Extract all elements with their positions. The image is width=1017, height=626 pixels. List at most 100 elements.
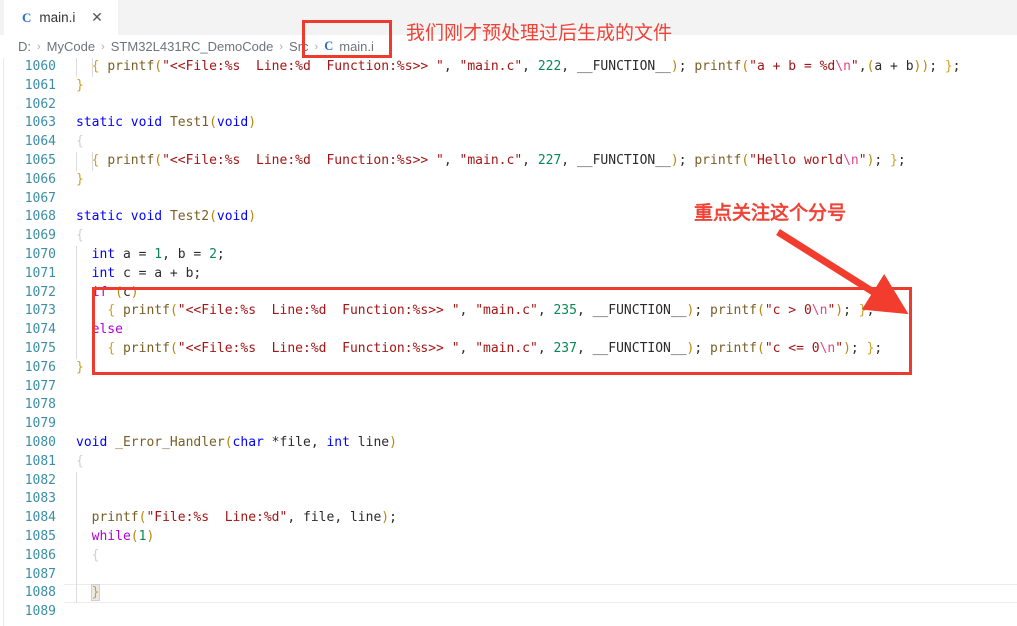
code-line[interactable]: 1084 printf("File:%s Line:%d", file, lin… [0,509,1017,528]
line-number: 1084 [24,510,56,526]
code-line[interactable]: 1067 [0,190,1017,209]
c-file-icon: C [324,39,334,53]
code-line[interactable]: 1072 if (c) [0,283,1017,303]
code-text[interactable]: { printf("<<File:%s Line:%d Function:%s>… [76,152,906,171]
tab-label: main.i [39,10,76,25]
code-line[interactable]: 1086 { [0,546,1017,566]
line-number: 1083 [24,491,56,507]
code-line[interactable]: 1087 [0,565,1017,585]
line-number: 1073 [24,303,56,319]
code-text[interactable]: } [76,359,84,378]
chevron-right-icon: › [101,40,105,53]
line-number: 1061 [24,77,56,93]
indent-guide [76,490,77,510]
code-text[interactable]: { printf("<<File:%s Line:%d Function:%s>… [76,58,961,77]
line-number: 1089 [24,604,56,620]
code-line[interactable]: 1081 { [0,453,1017,472]
code-text[interactable]: static void Test2(void) [76,208,256,227]
line-number: 1062 [24,96,56,112]
code-line[interactable]: 1079 [0,415,1017,434]
line-number: 1070 [24,246,56,262]
code-text[interactable]: } [76,171,84,190]
line-number: 1069 [24,228,56,244]
line-number: 1063 [24,115,56,131]
code-line[interactable]: 1068 static void Test2(void) [0,208,1017,227]
line-number: 1082 [24,472,56,488]
code-line[interactable]: 1074 else [0,321,1017,340]
line-number: 1064 [24,134,56,150]
code-line[interactable]: 1075 { printf("<<File:%s Line:%d Functio… [0,339,1017,359]
code-lines[interactable]: 1060 { printf("<<File:%s Line:%d Functio… [0,58,1017,622]
c-file-icon: C [22,9,32,25]
code-text[interactable]: { [76,453,84,472]
code-text[interactable]: } [90,584,101,603]
breadcrumb-item-file[interactable]: main.i [339,39,374,54]
code-line[interactable]: 1062 [0,96,1017,115]
code-line[interactable]: 1060 { printf("<<File:%s Line:%d Functio… [0,58,1017,77]
code-text[interactable]: { printf("<<File:%s Line:%d Function:%s>… [76,302,874,321]
indent-guide [76,584,77,604]
code-text[interactable]: { [76,227,84,246]
line-number: 1086 [24,547,56,563]
code-text[interactable]: int a = 1, b = 2; [76,246,225,265]
close-icon[interactable]: ✕ [89,9,105,25]
line-number: 1079 [24,416,56,432]
code-text[interactable]: void _Error_Handler(char *file, int line… [76,434,397,453]
code-line[interactable]: 1064 { [0,133,1017,152]
breadcrumb-item-mycode[interactable]: MyCode [47,39,95,54]
code-text[interactable]: printf("File:%s Line:%d", file, line); [76,509,397,528]
code-line[interactable]: 1082 [0,471,1017,491]
code-line[interactable]: 1089 [0,603,1017,622]
code-line[interactable]: 1076} [0,359,1017,378]
chevron-right-icon: › [314,40,319,53]
breadcrumb-item-drive[interactable]: D: [18,39,31,54]
code-line[interactable]: 1066} [0,171,1017,190]
annotation-code-note: 重点关注这个分号 [694,202,847,224]
indent-guide [76,546,77,566]
code-editor[interactable]: 1060 { printf("<<File:%s Line:%d Functio… [0,58,1017,626]
current-line-highlight [64,584,1017,604]
code-text[interactable]: int c = a + b; [76,265,202,284]
code-text[interactable]: static void Test1(void) [76,114,256,133]
code-line[interactable]: 1083 [0,490,1017,510]
breadcrumb-item-project[interactable]: STM32L431RC_DemoCode [111,39,274,54]
line-number: 1076 [24,359,56,375]
line-number: 1071 [24,265,56,281]
code-line[interactable]: 1063 static void Test1(void) [0,114,1017,133]
code-line[interactable]: 1065 { printf("<<File:%s Line:%d Functio… [0,151,1017,171]
code-text[interactable]: else [76,321,123,340]
line-number: 1065 [24,152,56,168]
line-number: 1087 [24,566,56,582]
tab-main-i[interactable]: C main.i ✕ [4,0,118,35]
indent-guide [76,565,77,585]
code-text[interactable]: { printf("<<File:%s Line:%d Function:%s>… [76,340,882,359]
line-number: 1066 [24,171,56,187]
code-text[interactable]: if (c) [76,284,139,303]
code-text[interactable]: { [92,547,100,566]
code-line[interactable]: 1080 void _Error_Handler(char *file, int … [0,434,1017,453]
line-number: 1075 [24,340,56,356]
code-line[interactable]: 1071 int c = a + b; [0,264,1017,284]
code-text[interactable]: } [76,77,84,96]
line-number: 1088 [24,585,56,601]
code-line[interactable]: 1078 [0,396,1017,415]
breadcrumb-item-src[interactable]: Src [289,39,309,54]
line-number: 1074 [24,322,56,338]
code-line[interactable]: 1070 int a = 1, b = 2; [0,245,1017,265]
code-line[interactable]: 1085 while(1) [0,527,1017,547]
annotation-top-note: 我们刚才预处理过后生成的文件 [406,22,673,44]
line-number: 1080 [24,434,56,450]
code-line[interactable]: 1073 { printf("<<File:%s Line:%d Functio… [0,302,1017,322]
line-number: 1067 [24,190,56,206]
code-line[interactable]: 1061} [0,77,1017,96]
vscode-window: C main.i ✕ D: › MyCode › STM32L431RC_Dem… [0,0,1017,626]
code-line[interactable]: 1077 [0,378,1017,397]
code-text[interactable]: while(1) [76,528,155,547]
line-number: 1085 [24,528,56,544]
chevron-right-icon: › [37,40,41,53]
code-line[interactable]: 1088} [0,584,1017,604]
code-line[interactable]: 1069 { [0,227,1017,246]
line-number: 1072 [24,284,56,300]
line-number: 1077 [24,378,56,394]
code-text[interactable]: { [76,133,84,152]
